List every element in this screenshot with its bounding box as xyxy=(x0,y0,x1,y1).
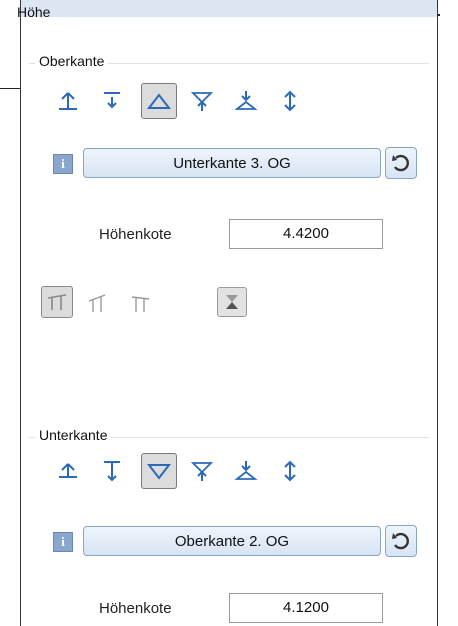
bottom-reset-button[interactable] xyxy=(385,525,417,557)
top-height-label: Höhenkote xyxy=(99,226,172,243)
bottom-alignment-icons xyxy=(53,453,319,489)
triangle-down-icon[interactable] xyxy=(141,453,177,489)
attach-to-bottom-icon-2[interactable] xyxy=(231,456,261,486)
attach-from-top-icon[interactable] xyxy=(187,86,217,116)
roof-right-icon[interactable] xyxy=(125,288,155,318)
top-reset-button[interactable] xyxy=(385,147,417,179)
height-panel: Höhe Oberkante i Unterkante 3. OG Höhenk… xyxy=(17,0,438,626)
group-label-unterkante: Unterkante xyxy=(35,427,112,443)
vertical-adjust-icon-2[interactable] xyxy=(275,456,305,486)
panel-title-bar: Höhe xyxy=(17,0,437,20)
hourglass-icon[interactable] xyxy=(217,287,247,317)
top-height-input[interactable]: 4.4200 xyxy=(229,219,383,249)
bottom-height-input[interactable]: 4.1200 xyxy=(229,593,383,623)
align-up-icon[interactable] xyxy=(53,456,83,486)
top-level-button[interactable]: Unterkante 3. OG xyxy=(83,148,381,178)
vertical-adjust-icon[interactable] xyxy=(275,86,305,116)
attach-to-bottom-icon[interactable] xyxy=(231,86,261,116)
info-icon[interactable]: i xyxy=(53,154,73,174)
top-alignment-icons xyxy=(53,83,319,119)
align-bottom-icon[interactable] xyxy=(97,456,127,486)
triangle-up-icon[interactable] xyxy=(141,83,177,119)
roof-left-icon[interactable] xyxy=(83,288,113,318)
bottom-level-button[interactable]: Oberkante 2. OG xyxy=(83,526,381,556)
bottom-height-label: Höhenkote xyxy=(99,600,172,617)
align-top-offset-icon[interactable] xyxy=(97,86,127,116)
align-top-icon[interactable] xyxy=(53,86,83,116)
undo-icon-2 xyxy=(392,532,409,550)
background-line-left xyxy=(0,88,22,89)
attach-from-top-icon-2[interactable] xyxy=(187,456,217,486)
roof-both-icon[interactable] xyxy=(41,286,73,318)
info-icon-2[interactable]: i xyxy=(53,532,73,552)
panel-title: Höhe xyxy=(17,4,51,20)
group-label-oberkante: Oberkante xyxy=(35,53,109,69)
undo-icon xyxy=(392,154,409,172)
